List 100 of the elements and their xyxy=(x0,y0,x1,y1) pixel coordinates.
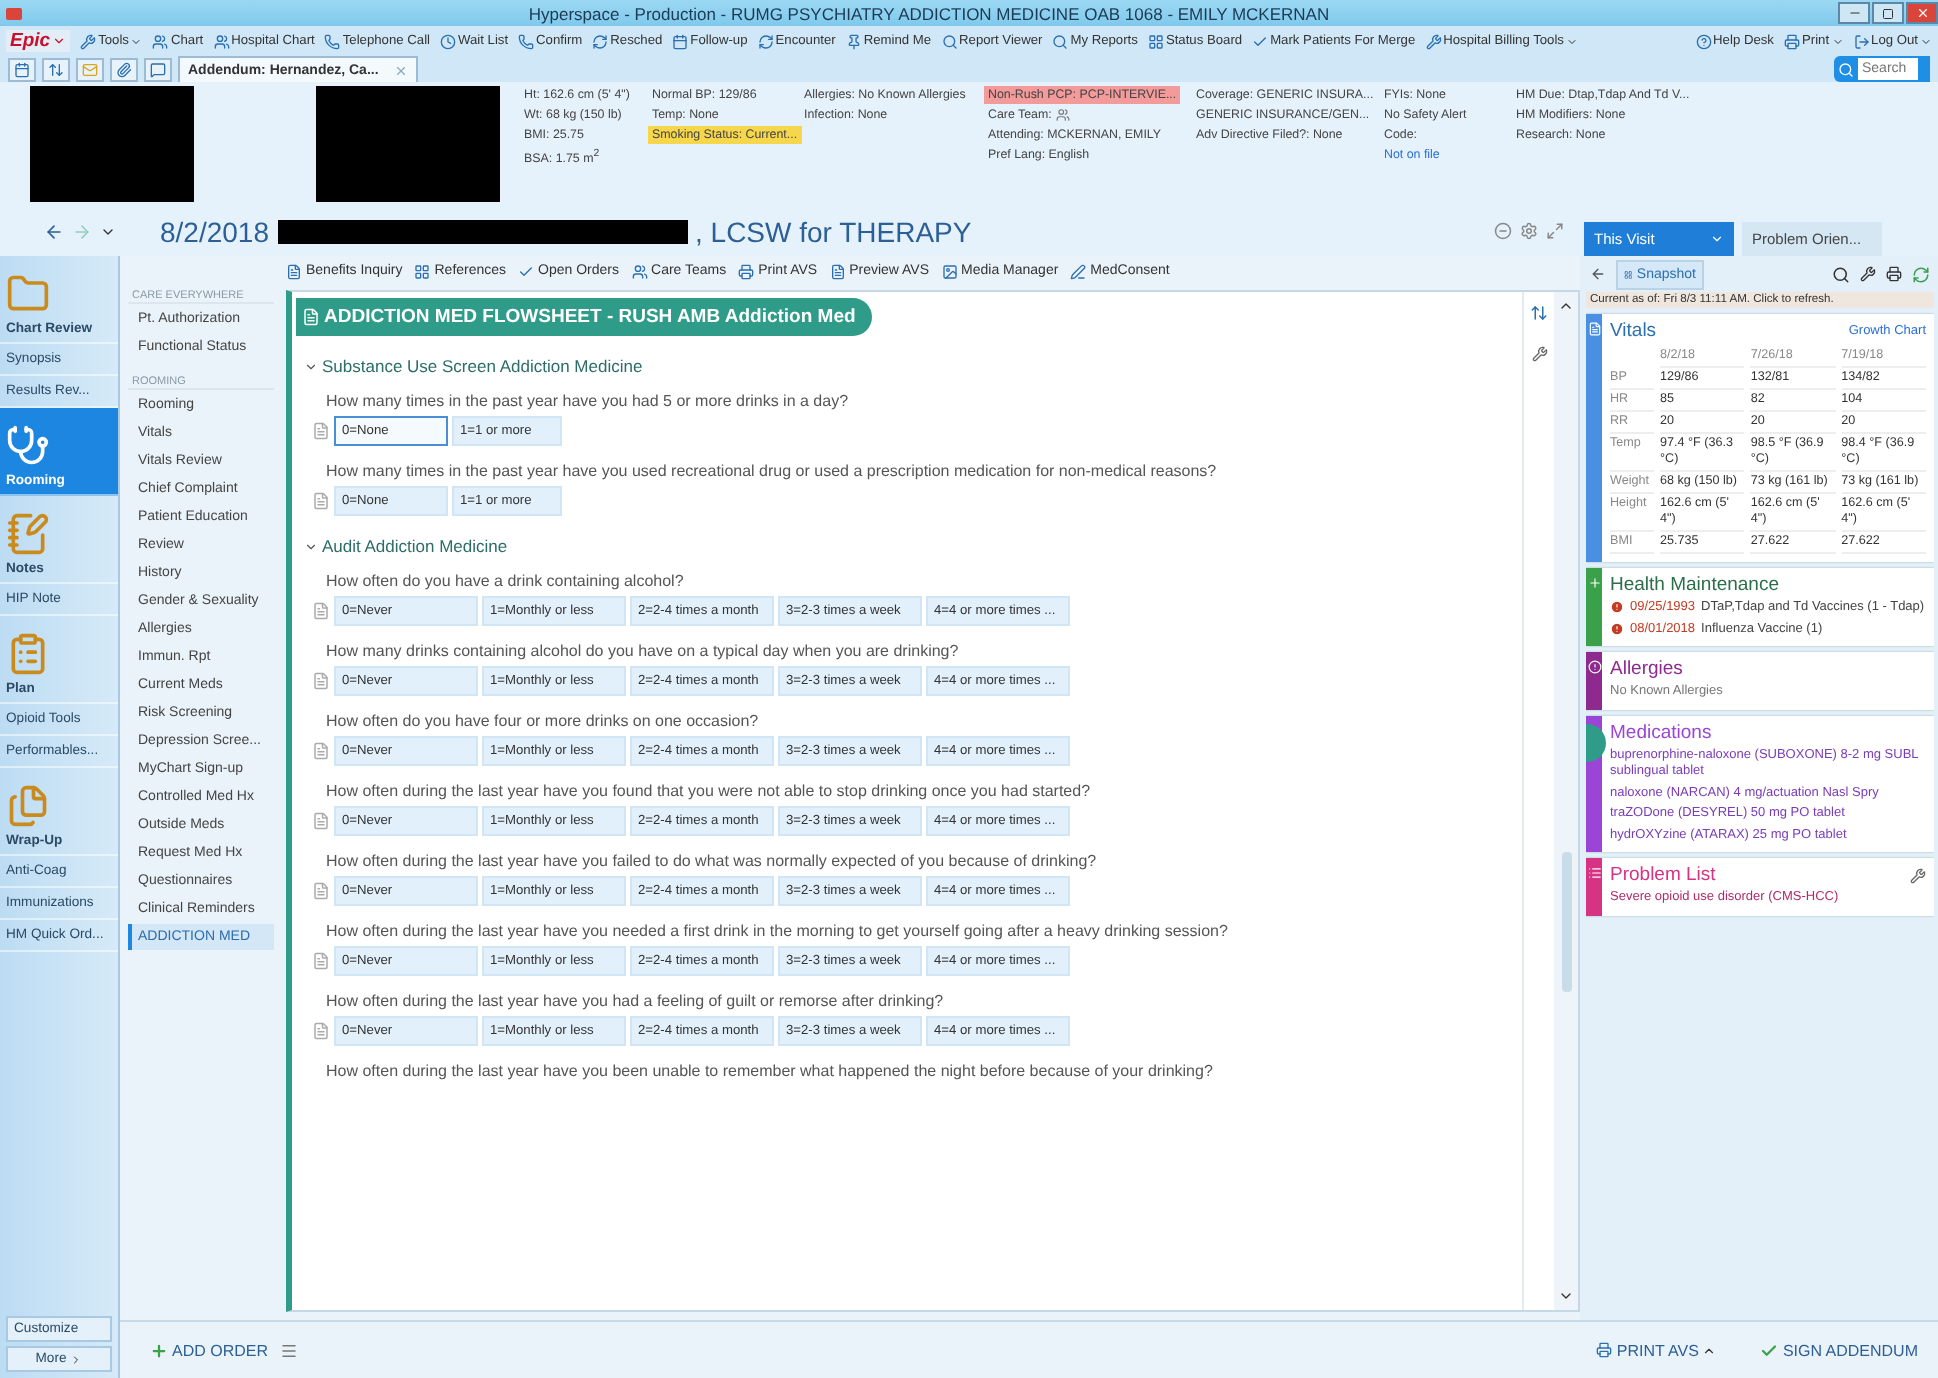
wrench-icon xyxy=(1425,33,1442,49)
scroll-up-icon xyxy=(1558,298,1574,314)
question-text: How often during the last year have you found that you were not able to stop drinking once you had started? xyxy=(326,782,1091,800)
pen-icon xyxy=(1070,263,1087,279)
question-text: How often during the last year have you failed to do what was normally expected of you because of drinking? xyxy=(326,852,1097,870)
wrench-icon xyxy=(1531,346,1547,362)
caret-icon xyxy=(1565,35,1578,47)
epic-menu-button[interactable]: Epic xyxy=(6,30,71,52)
minimize-icon xyxy=(1847,6,1861,20)
window-title: Hyperspace - Production - RUMG PSYCHIATRY ADDICTION MEDICINE OAB 1068 - EMILY MCKERNAN xyxy=(526,3,1332,23)
help-icon xyxy=(1695,33,1712,49)
check-icon xyxy=(1760,1341,1779,1359)
question-text: How often do you have four or more drinks on one occasion? xyxy=(326,712,759,730)
caret-icon xyxy=(304,539,318,553)
paperclip-icon xyxy=(116,61,132,77)
section-header[interactable]: Substance Use Screen Addiction Medicine xyxy=(296,356,643,376)
wrench-icon xyxy=(1910,867,1926,883)
forward-icon xyxy=(72,221,92,241)
sort-button[interactable] xyxy=(42,57,70,81)
comment-icon xyxy=(312,1022,330,1040)
app-logo-icon xyxy=(6,7,22,19)
back-icon xyxy=(1590,266,1606,282)
phone-icon xyxy=(324,33,341,49)
document-icon xyxy=(302,308,320,326)
expand-icon xyxy=(1546,222,1564,240)
question-text: How often during the last year have you been unable to remember what happened the night before because of your drinking? xyxy=(326,1062,1213,1080)
comment-icon xyxy=(312,812,330,830)
overdue-icon xyxy=(1610,621,1624,635)
close-button[interactable] xyxy=(1906,2,1938,24)
caret-icon xyxy=(1920,35,1932,47)
envelope-icon xyxy=(82,61,98,77)
caret-icon xyxy=(130,35,143,47)
people-icon xyxy=(631,263,648,279)
folder-icon xyxy=(6,272,50,316)
search-icon xyxy=(1052,33,1069,49)
card-title: Health Maintenance xyxy=(1610,574,1779,596)
caret-icon xyxy=(70,1353,83,1365)
calendar-button[interactable] xyxy=(8,57,36,81)
grid-icon xyxy=(414,263,431,279)
chat-icon xyxy=(150,61,166,77)
sort-icon xyxy=(48,61,64,77)
scroll-down-icon xyxy=(1558,1288,1574,1304)
people-icon xyxy=(213,33,230,49)
comment-icon xyxy=(312,742,330,760)
comment-icon xyxy=(312,952,330,970)
pin-icon xyxy=(845,33,862,49)
chat-button[interactable] xyxy=(144,57,172,81)
card-title: Allergies xyxy=(1610,658,1683,680)
question-text: How many times in the past year have you used recreational drug or used a prescription medication for non-medical reasons? xyxy=(326,462,1217,480)
question-text: How many drinks containing alcohol do you have on a typical day when you are drinking? xyxy=(326,642,959,660)
caret-icon xyxy=(304,359,318,373)
wrench-icon xyxy=(1860,266,1876,282)
grid-icon xyxy=(1624,267,1633,281)
check-icon xyxy=(1252,33,1269,49)
flowsheet-title: ADDICTION MED FLOWSHEET - RUSH AMB Addiction Med xyxy=(296,298,872,336)
add-order-button[interactable]: ADD ORDER xyxy=(150,1341,269,1359)
question-text: How often during the last year have you had a feeling of guilt or remorse after drinking? xyxy=(326,992,944,1010)
settings-icon xyxy=(1520,222,1538,240)
documents-icon xyxy=(6,784,50,828)
calendar-icon xyxy=(672,33,689,49)
encounter-date: 8/2/2018 xyxy=(160,215,269,247)
notepad-icon xyxy=(6,512,50,556)
back-icon xyxy=(44,221,64,241)
search-icon xyxy=(941,33,958,49)
maximize-button[interactable] xyxy=(1872,2,1904,24)
question-text: How many times in the past year have you had 5 or more drinks in a day? xyxy=(326,392,849,410)
printer-icon xyxy=(1596,1342,1613,1358)
sort-icon xyxy=(1530,304,1548,322)
stethoscope-icon xyxy=(6,424,50,468)
attachment-button[interactable] xyxy=(110,57,138,81)
comment-icon xyxy=(312,422,330,440)
scrollbar[interactable] xyxy=(1554,292,1578,1310)
search-icon xyxy=(1832,265,1850,283)
search-icon xyxy=(1838,61,1854,77)
comment-icon xyxy=(312,882,330,900)
people-icon xyxy=(152,33,169,49)
close-icon xyxy=(394,63,409,77)
wrench-icon xyxy=(80,33,97,49)
close-icon xyxy=(1915,6,1929,20)
calendar-icon xyxy=(14,61,30,77)
sign-addendum-button[interactable]: SIGN ADDENDUM xyxy=(1760,1341,1918,1359)
printer-icon xyxy=(1886,266,1902,282)
document-icon xyxy=(829,263,846,279)
card-title: Medications xyxy=(1610,721,1712,743)
printer-icon xyxy=(1783,33,1800,49)
phone-icon xyxy=(518,33,535,49)
caret-icon xyxy=(52,34,67,48)
card-title: Vitals xyxy=(1610,320,1657,342)
section-header[interactable]: Audit Addiction Medicine xyxy=(296,536,508,556)
caret-icon xyxy=(1831,35,1844,47)
caret-icon xyxy=(1702,1343,1717,1357)
grid-icon xyxy=(1147,33,1164,49)
comment-icon xyxy=(312,672,330,690)
maximize-icon xyxy=(1882,7,1894,19)
comment-icon xyxy=(312,492,330,510)
logout-icon xyxy=(1853,33,1870,49)
printer-icon xyxy=(738,263,755,279)
menu-icon xyxy=(280,1341,299,1359)
print-avs-button[interactable]: PRINT AVS xyxy=(1596,1341,1717,1359)
people-icon xyxy=(1055,108,1070,122)
